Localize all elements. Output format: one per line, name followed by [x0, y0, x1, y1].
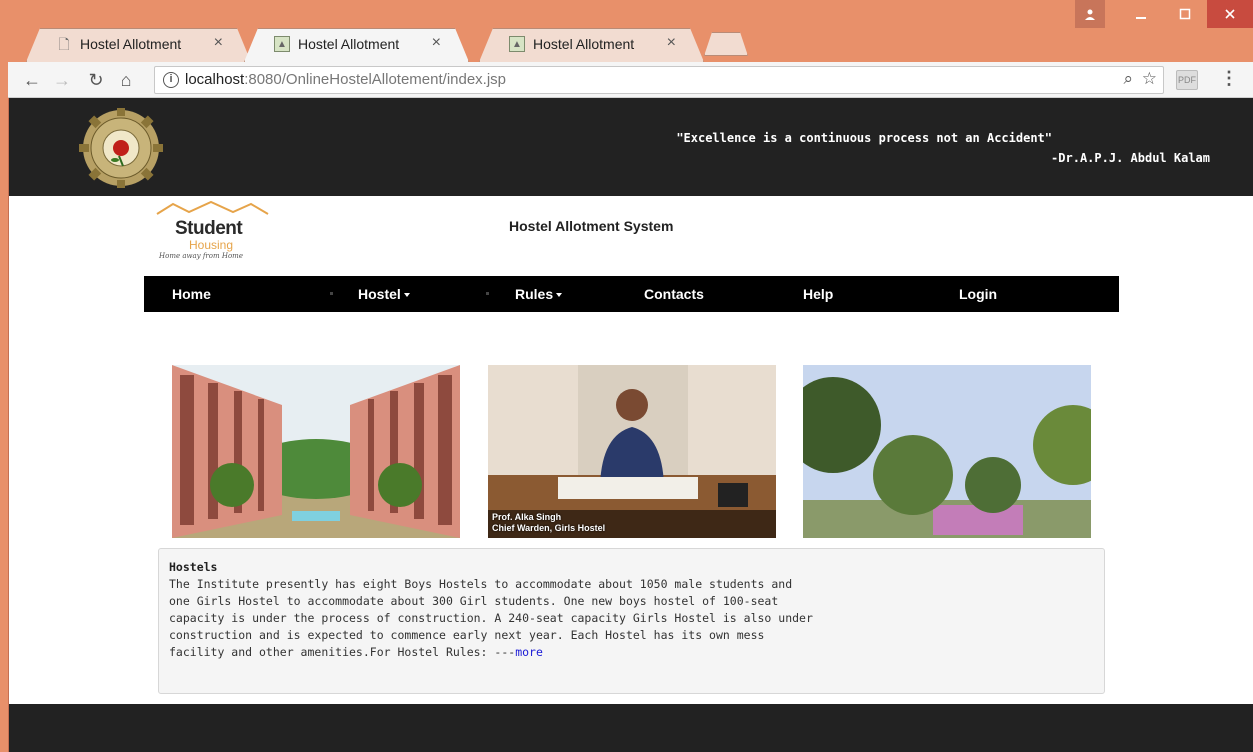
- institute-emblem-icon: [73, 106, 169, 190]
- caret-down-icon: [403, 293, 410, 298]
- hostel-building-photo: [172, 365, 460, 538]
- window-controls: [1075, 0, 1253, 30]
- photo-caption: Prof. Alka Singh Chief Warden, Girls Hos…: [492, 512, 606, 533]
- nav-home[interactable]: Home: [172, 286, 211, 302]
- hostels-info-box: Hostels The Institute presently has eigh…: [158, 548, 1105, 694]
- tab-1[interactable]: 🗋 Hostel Allotment ×: [26, 28, 251, 62]
- nav-contacts[interactable]: Contacts: [644, 286, 704, 302]
- info-body: The Institute presently has eight Boys H…: [169, 577, 813, 659]
- site-footer: [9, 704, 1253, 752]
- info-icon[interactable]: i: [163, 72, 179, 88]
- maximize-icon[interactable]: [1163, 0, 1207, 28]
- nav-help[interactable]: Help: [803, 286, 833, 302]
- logo-line2: Housing: [189, 238, 234, 252]
- caret-down-icon: [556, 293, 563, 298]
- image-icon: ▲: [274, 36, 290, 52]
- site-header: "Excellence is a continuous process not …: [9, 98, 1253, 196]
- new-tab-button[interactable]: [704, 32, 748, 56]
- minimize-icon[interactable]: [1119, 0, 1163, 28]
- roof-icon: [156, 200, 269, 215]
- address-bar[interactable]: i localhost:8080/OnlineHostelAllotement/…: [154, 66, 1164, 94]
- nav-hostel[interactable]: Hostel: [358, 286, 410, 302]
- zoom-icon[interactable]: ⌕: [1123, 69, 1133, 89]
- site-title: Hostel Allotment System: [509, 218, 674, 234]
- url-text: localhost:8080/OnlineHostelAllotement/in…: [185, 71, 507, 88]
- close-icon[interactable]: ×: [214, 34, 223, 52]
- extension-icon[interactable]: PDF: [1176, 70, 1198, 90]
- user-icon[interactable]: [1075, 0, 1105, 28]
- page-icon: 🗋: [58, 36, 70, 52]
- campus-photo: [803, 365, 1091, 538]
- student-housing-logo: Student Housing Home away from Home: [155, 200, 275, 262]
- nav-login[interactable]: Login: [959, 286, 997, 302]
- main-nav: Home Hostel Rules Contacts Help Login: [144, 276, 1119, 312]
- logo-line1: Student: [175, 218, 243, 239]
- image-icon: ▲: [509, 36, 525, 52]
- quote-author: -Dr.A.P.J. Abdul Kalam: [1051, 151, 1210, 165]
- tab-title: Hostel Allotment: [80, 36, 182, 52]
- tab-title: Hostel Allotment: [298, 36, 400, 52]
- web-page: "Excellence is a continuous process not …: [8, 98, 1253, 752]
- forward-arrow-icon[interactable]: →: [50, 68, 74, 92]
- browser-window: 🗋 Hostel Allotment × ▲ Hostel Allotment …: [8, 0, 1253, 752]
- bookmark-star-icon[interactable]: ☆: [1142, 69, 1157, 89]
- more-link[interactable]: more: [515, 645, 543, 659]
- tab-2-active[interactable]: ▲ Hostel Allotment ×: [244, 28, 469, 62]
- back-arrow-icon[interactable]: ←: [20, 68, 44, 92]
- header-quote: "Excellence is a continuous process not …: [676, 128, 1210, 168]
- menu-kebab-icon[interactable]: ⋮: [1220, 68, 1238, 89]
- home-icon[interactable]: ⌂: [114, 68, 138, 92]
- logo-tagline: Home away from Home: [159, 252, 243, 260]
- browser-toolbar: ← → ↻ ⌂ i localhost:8080/OnlineHostelAll…: [8, 62, 1253, 98]
- reload-icon[interactable]: ↻: [84, 68, 108, 92]
- quote-text: "Excellence is a continuous process not …: [676, 131, 1052, 145]
- info-heading: Hostels: [169, 560, 218, 574]
- tab-strip: 🗋 Hostel Allotment × ▲ Hostel Allotment …: [8, 0, 1253, 62]
- tab-3[interactable]: ▲ Hostel Allotment ×: [479, 28, 704, 62]
- close-icon[interactable]: ×: [667, 34, 676, 52]
- close-icon[interactable]: [1207, 0, 1253, 28]
- chief-warden-photo: Prof. Alka Singh Chief Warden, Girls Hos…: [488, 365, 776, 538]
- tab-title: Hostel Allotment: [533, 36, 635, 52]
- nav-rules[interactable]: Rules: [515, 286, 563, 302]
- close-icon[interactable]: ×: [432, 34, 441, 52]
